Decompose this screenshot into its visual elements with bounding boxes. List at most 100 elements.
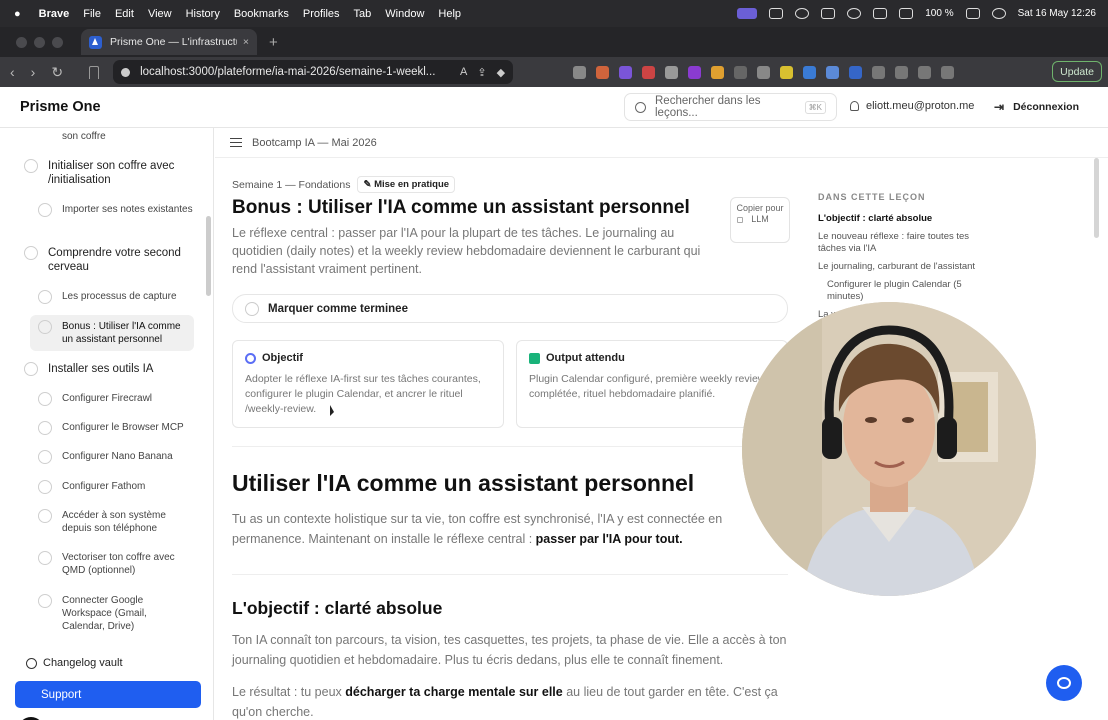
toc-item[interactable]: Le nouveau réflexe : faire toutes tes tâ… bbox=[818, 231, 988, 255]
breadcrumb[interactable]: Bootcamp IA — Mai 2026 bbox=[252, 137, 377, 149]
status-icon[interactable] bbox=[821, 8, 836, 19]
shortcut-hint: ⌘K bbox=[804, 100, 826, 114]
copy-for-llm-button[interactable]: Copier pour LLM bbox=[730, 197, 790, 243]
battery-icon[interactable] bbox=[965, 8, 980, 19]
site-info-icon[interactable] bbox=[121, 67, 131, 77]
search-icon bbox=[635, 101, 646, 113]
subsection-heading: L'objectif : clarté absolue bbox=[232, 598, 443, 618]
status-circle-icon bbox=[38, 450, 52, 464]
zoom-window-button[interactable] bbox=[52, 36, 63, 48]
brave-shields-icon[interactable]: ◆ bbox=[497, 66, 505, 79]
lesson-lead: Le réflexe central : passer par l'IA pou… bbox=[232, 226, 701, 276]
sidebar-item-importer[interactable]: Importer ses notes existantes bbox=[38, 203, 198, 217]
control-center-icon[interactable] bbox=[991, 8, 1006, 19]
menu-icon[interactable] bbox=[230, 138, 242, 147]
extension-icon[interactable] bbox=[803, 65, 817, 79]
logout-button[interactable]: ⇥ Déconnexion bbox=[994, 100, 1079, 114]
screen-record-icon[interactable] bbox=[737, 8, 758, 19]
reload-icon[interactable]: ↻ bbox=[51, 64, 63, 81]
sidebar-item-label: Configurer Fathom bbox=[62, 481, 146, 492]
extension-icon[interactable] bbox=[665, 65, 679, 79]
sidebar-toggle-icon[interactable] bbox=[941, 65, 955, 79]
mark-complete-button[interactable]: Marquer comme terminee bbox=[232, 294, 788, 323]
new-tab-button[interactable]: + bbox=[269, 34, 278, 51]
translate-icon[interactable]: A bbox=[460, 66, 467, 78]
close-tab-icon[interactable]: × bbox=[243, 36, 249, 48]
update-button[interactable]: Update bbox=[1052, 61, 1102, 82]
menu-file[interactable]: File bbox=[83, 8, 101, 20]
sidebar-item-telephone[interactable]: Accéder à son système depuis son télépho… bbox=[38, 509, 188, 535]
sidebar-item-bonus-active[interactable]: Bonus : Utiliser l'IA comme un assistant… bbox=[38, 320, 193, 346]
puzzle-icon[interactable] bbox=[895, 65, 909, 79]
sidebar-item-capture[interactable]: Les processus de capture bbox=[38, 290, 198, 304]
sidebar-item-installer[interactable]: Installer ses outils IA bbox=[24, 362, 199, 376]
sidebar-item-son-coffre[interactable]: son coffre bbox=[62, 130, 202, 143]
sidebar-scrollbar[interactable] bbox=[206, 216, 211, 296]
extension-icon[interactable] bbox=[642, 65, 656, 79]
browser-tab[interactable]: Prisme One — L'infrastructure × bbox=[81, 29, 257, 55]
apple-icon[interactable]: ● bbox=[14, 8, 21, 20]
sidebar-item-qmd[interactable]: Vectoriser ton coffre avec QMD (optionne… bbox=[38, 551, 188, 577]
extension-icon[interactable] bbox=[573, 65, 587, 79]
user-email: eliott.meu@proton.me bbox=[866, 100, 975, 112]
extension-icon[interactable] bbox=[688, 65, 702, 79]
menu-view[interactable]: View bbox=[148, 8, 172, 20]
extension-icon[interactable] bbox=[596, 65, 610, 79]
menu-profiles[interactable]: Profiles bbox=[303, 8, 340, 20]
menu-window[interactable]: Window bbox=[385, 8, 424, 20]
sidebar-item-label: Les processus de capture bbox=[62, 291, 177, 302]
week-label: Semaine 1 — Fondations bbox=[232, 178, 351, 191]
extension-icon[interactable] bbox=[918, 65, 932, 79]
menu-app-name[interactable]: Brave bbox=[39, 8, 70, 20]
user-account[interactable]: eliott.meu@proton.me bbox=[850, 100, 974, 112]
sidebar-item-browser-mcp[interactable]: Configurer le Browser MCP bbox=[38, 421, 198, 435]
sidebar-item-firecrawl[interactable]: Configurer Firecrawl bbox=[38, 392, 198, 406]
page-scrollbar[interactable] bbox=[1094, 158, 1099, 238]
status-circle-icon bbox=[38, 290, 52, 304]
menu-help[interactable]: Help bbox=[438, 8, 461, 20]
search-input[interactable]: Rechercher dans les leçons... ⌘K bbox=[624, 93, 837, 121]
sidebar-item-google-workspace[interactable]: Connecter Google Workspace (Gmail, Calen… bbox=[38, 594, 188, 633]
share-icon[interactable]: ⇪ bbox=[477, 66, 486, 79]
sidebar-item-nano-banana[interactable]: Configurer Nano Banana bbox=[38, 450, 198, 464]
extension-icon[interactable] bbox=[826, 65, 840, 79]
menu-edit[interactable]: Edit bbox=[115, 8, 134, 20]
status-circle-icon bbox=[38, 392, 52, 406]
address-bar[interactable]: localhost:3000/plateforme/ia-mai-2026/se… bbox=[113, 60, 514, 84]
extension-icon[interactable] bbox=[619, 65, 633, 79]
url-text[interactable]: localhost:3000/plateforme/ia-mai-2026/se… bbox=[140, 66, 450, 78]
toc-item[interactable]: Configurer le plugin Calendar (5 minutes… bbox=[818, 279, 988, 303]
sidebar-item-initialiser[interactable]: Initialiser son coffre avec /initialisat… bbox=[24, 159, 199, 187]
status-icon[interactable] bbox=[795, 8, 810, 19]
chat-widget-button[interactable] bbox=[1046, 665, 1082, 701]
status-icon[interactable] bbox=[873, 8, 888, 19]
sidebar-item-fathom[interactable]: Configurer Fathom bbox=[38, 480, 198, 494]
status-circle-icon bbox=[38, 480, 52, 494]
headphones-icon[interactable] bbox=[847, 8, 862, 19]
back-icon[interactable]: ‹ bbox=[10, 64, 15, 81]
forward-icon[interactable]: › bbox=[31, 64, 36, 81]
toc-item[interactable]: L'objectif : clarté absolue bbox=[818, 213, 988, 225]
toc-item[interactable]: Le journaling, carburant de l'assistant bbox=[818, 261, 988, 273]
changelog-link[interactable]: Changelog vault bbox=[26, 657, 123, 669]
menu-tab[interactable]: Tab bbox=[354, 8, 372, 20]
bookmark-icon[interactable] bbox=[89, 65, 100, 79]
menu-history[interactable]: History bbox=[186, 8, 220, 20]
extension-icon[interactable] bbox=[849, 65, 863, 79]
extension-icon[interactable] bbox=[872, 65, 886, 79]
support-button[interactable]: Support bbox=[15, 681, 201, 708]
sidebar-item-comprendre[interactable]: Comprendre votre second cerveau bbox=[24, 246, 199, 274]
minimize-window-button[interactable] bbox=[34, 36, 45, 48]
extension-icon[interactable] bbox=[780, 65, 794, 79]
extension-icon[interactable] bbox=[711, 65, 725, 79]
sidebar-item-label: Installer ses outils IA bbox=[48, 363, 154, 375]
status-icon[interactable] bbox=[899, 8, 914, 19]
chat-icon bbox=[1057, 677, 1071, 689]
clock[interactable]: Sat 16 May 12:26 bbox=[1018, 8, 1096, 19]
close-window-button[interactable] bbox=[16, 36, 27, 48]
brand-logo[interactable]: Prisme One bbox=[20, 99, 101, 115]
extension-icon[interactable] bbox=[734, 65, 748, 79]
status-icon[interactable] bbox=[769, 8, 784, 19]
menu-bookmarks[interactable]: Bookmarks bbox=[234, 8, 289, 20]
extension-icon[interactable] bbox=[757, 65, 771, 79]
